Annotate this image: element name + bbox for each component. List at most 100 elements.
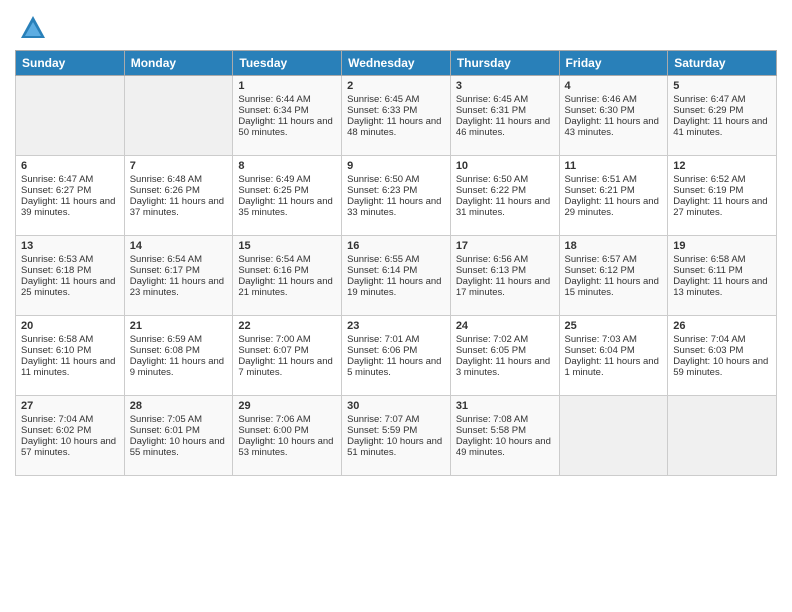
calendar-cell: 18Sunrise: 6:57 AMSunset: 6:12 PMDayligh… — [559, 236, 668, 316]
calendar-cell: 7Sunrise: 6:48 AMSunset: 6:26 PMDaylight… — [124, 156, 233, 236]
calendar-cell: 30Sunrise: 7:07 AMSunset: 5:59 PMDayligh… — [342, 396, 451, 476]
calendar-cell — [559, 396, 668, 476]
sunrise-text: Sunrise: 6:45 AM — [456, 94, 554, 105]
calendar-cell — [16, 76, 125, 156]
day-number: 24 — [456, 320, 554, 332]
sunrise-text: Sunrise: 6:58 AM — [21, 334, 119, 345]
daylight-text: Daylight: 11 hours and 5 minutes. — [347, 356, 445, 378]
daylight-text: Daylight: 11 hours and 23 minutes. — [130, 276, 228, 298]
calendar-cell: 5Sunrise: 6:47 AMSunset: 6:29 PMDaylight… — [668, 76, 777, 156]
sunset-text: Sunset: 6:18 PM — [21, 265, 119, 276]
sunset-text: Sunset: 6:05 PM — [456, 345, 554, 356]
daylight-text: Daylight: 11 hours and 27 minutes. — [673, 196, 771, 218]
header — [15, 10, 777, 42]
calendar-cell: 6Sunrise: 6:47 AMSunset: 6:27 PMDaylight… — [16, 156, 125, 236]
sunset-text: Sunset: 6:16 PM — [238, 265, 336, 276]
daylight-text: Daylight: 11 hours and 11 minutes. — [21, 356, 119, 378]
day-number: 10 — [456, 160, 554, 172]
daylight-text: Daylight: 11 hours and 48 minutes. — [347, 116, 445, 138]
calendar-cell — [668, 396, 777, 476]
header-cell-wednesday: Wednesday — [342, 51, 451, 76]
day-number: 15 — [238, 240, 336, 252]
calendar-cell: 2Sunrise: 6:45 AMSunset: 6:33 PMDaylight… — [342, 76, 451, 156]
sunrise-text: Sunrise: 6:55 AM — [347, 254, 445, 265]
day-number: 7 — [130, 160, 228, 172]
sunrise-text: Sunrise: 7:03 AM — [565, 334, 663, 345]
day-number: 13 — [21, 240, 119, 252]
daylight-text: Daylight: 11 hours and 41 minutes. — [673, 116, 771, 138]
week-row-4: 20Sunrise: 6:58 AMSunset: 6:10 PMDayligh… — [16, 316, 777, 396]
sunset-text: Sunset: 6:12 PM — [565, 265, 663, 276]
sunrise-text: Sunrise: 7:04 AM — [673, 334, 771, 345]
sunset-text: Sunset: 6:33 PM — [347, 105, 445, 116]
daylight-text: Daylight: 11 hours and 13 minutes. — [673, 276, 771, 298]
daylight-text: Daylight: 11 hours and 50 minutes. — [238, 116, 336, 138]
week-row-1: 1Sunrise: 6:44 AMSunset: 6:34 PMDaylight… — [16, 76, 777, 156]
day-number: 2 — [347, 80, 445, 92]
daylight-text: Daylight: 11 hours and 39 minutes. — [21, 196, 119, 218]
day-number: 12 — [673, 160, 771, 172]
sunset-text: Sunset: 6:34 PM — [238, 105, 336, 116]
day-number: 28 — [130, 400, 228, 412]
header-cell-saturday: Saturday — [668, 51, 777, 76]
calendar-cell: 28Sunrise: 7:05 AMSunset: 6:01 PMDayligh… — [124, 396, 233, 476]
sunrise-text: Sunrise: 7:02 AM — [456, 334, 554, 345]
calendar-cell: 12Sunrise: 6:52 AMSunset: 6:19 PMDayligh… — [668, 156, 777, 236]
header-cell-sunday: Sunday — [16, 51, 125, 76]
sunrise-text: Sunrise: 7:04 AM — [21, 414, 119, 425]
sunrise-text: Sunrise: 7:00 AM — [238, 334, 336, 345]
calendar-cell: 14Sunrise: 6:54 AMSunset: 6:17 PMDayligh… — [124, 236, 233, 316]
sunset-text: Sunset: 6:23 PM — [347, 185, 445, 196]
daylight-text: Daylight: 11 hours and 37 minutes. — [130, 196, 228, 218]
daylight-text: Daylight: 11 hours and 25 minutes. — [21, 276, 119, 298]
day-number: 8 — [238, 160, 336, 172]
calendar-cell: 8Sunrise: 6:49 AMSunset: 6:25 PMDaylight… — [233, 156, 342, 236]
daylight-text: Daylight: 11 hours and 3 minutes. — [456, 356, 554, 378]
daylight-text: Daylight: 10 hours and 49 minutes. — [456, 436, 554, 458]
sunrise-text: Sunrise: 7:01 AM — [347, 334, 445, 345]
header-cell-thursday: Thursday — [450, 51, 559, 76]
logo — [15, 14, 47, 42]
day-number: 26 — [673, 320, 771, 332]
sunrise-text: Sunrise: 6:47 AM — [21, 174, 119, 185]
sunrise-text: Sunrise: 7:06 AM — [238, 414, 336, 425]
calendar-cell: 19Sunrise: 6:58 AMSunset: 6:11 PMDayligh… — [668, 236, 777, 316]
header-row: SundayMondayTuesdayWednesdayThursdayFrid… — [16, 51, 777, 76]
calendar-cell: 9Sunrise: 6:50 AMSunset: 6:23 PMDaylight… — [342, 156, 451, 236]
sunset-text: Sunset: 6:13 PM — [456, 265, 554, 276]
daylight-text: Daylight: 10 hours and 53 minutes. — [238, 436, 336, 458]
sunrise-text: Sunrise: 6:57 AM — [565, 254, 663, 265]
week-row-2: 6Sunrise: 6:47 AMSunset: 6:27 PMDaylight… — [16, 156, 777, 236]
day-number: 22 — [238, 320, 336, 332]
sunrise-text: Sunrise: 6:51 AM — [565, 174, 663, 185]
sunset-text: Sunset: 6:07 PM — [238, 345, 336, 356]
daylight-text: Daylight: 11 hours and 9 minutes. — [130, 356, 228, 378]
day-number: 11 — [565, 160, 663, 172]
sunset-text: Sunset: 6:03 PM — [673, 345, 771, 356]
sunset-text: Sunset: 6:08 PM — [130, 345, 228, 356]
sunrise-text: Sunrise: 6:50 AM — [347, 174, 445, 185]
sunset-text: Sunset: 6:02 PM — [21, 425, 119, 436]
sunrise-text: Sunrise: 6:50 AM — [456, 174, 554, 185]
sunset-text: Sunset: 6:04 PM — [565, 345, 663, 356]
calendar-cell: 15Sunrise: 6:54 AMSunset: 6:16 PMDayligh… — [233, 236, 342, 316]
sunrise-text: Sunrise: 7:05 AM — [130, 414, 228, 425]
calendar-cell: 17Sunrise: 6:56 AMSunset: 6:13 PMDayligh… — [450, 236, 559, 316]
sunset-text: Sunset: 6:19 PM — [673, 185, 771, 196]
calendar-cell: 16Sunrise: 6:55 AMSunset: 6:14 PMDayligh… — [342, 236, 451, 316]
sunset-text: Sunset: 6:06 PM — [347, 345, 445, 356]
daylight-text: Daylight: 11 hours and 1 minute. — [565, 356, 663, 378]
daylight-text: Daylight: 11 hours and 15 minutes. — [565, 276, 663, 298]
daylight-text: Daylight: 11 hours and 35 minutes. — [238, 196, 336, 218]
daylight-text: Daylight: 11 hours and 7 minutes. — [238, 356, 336, 378]
calendar-cell: 3Sunrise: 6:45 AMSunset: 6:31 PMDaylight… — [450, 76, 559, 156]
day-number: 14 — [130, 240, 228, 252]
daylight-text: Daylight: 11 hours and 29 minutes. — [565, 196, 663, 218]
daylight-text: Daylight: 11 hours and 19 minutes. — [347, 276, 445, 298]
day-number: 9 — [347, 160, 445, 172]
day-number: 20 — [21, 320, 119, 332]
daylight-text: Daylight: 10 hours and 55 minutes. — [130, 436, 228, 458]
sunrise-text: Sunrise: 7:07 AM — [347, 414, 445, 425]
calendar-cell: 20Sunrise: 6:58 AMSunset: 6:10 PMDayligh… — [16, 316, 125, 396]
sunrise-text: Sunrise: 6:56 AM — [456, 254, 554, 265]
